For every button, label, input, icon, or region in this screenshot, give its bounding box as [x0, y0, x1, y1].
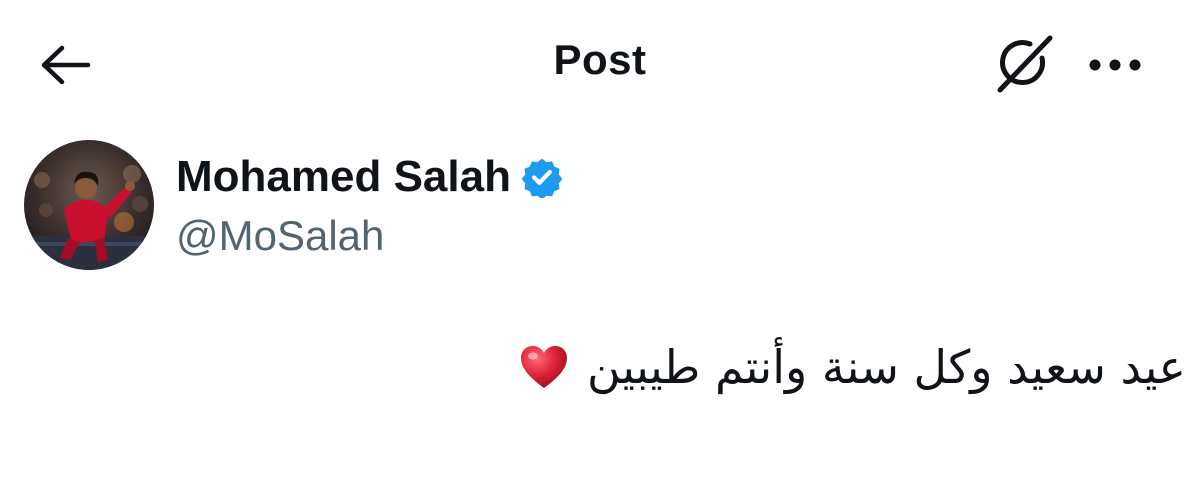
- top-bar: Post: [0, 0, 1200, 128]
- author-name-text: Mohamed Salah: [176, 152, 511, 201]
- grok-button[interactable]: [990, 28, 1060, 98]
- arrow-left-icon: [41, 45, 91, 85]
- red-heart-icon: [521, 346, 568, 388]
- author-handle[interactable]: @MoSalah: [176, 212, 384, 260]
- more-horizontal-icon: [1089, 59, 1141, 71]
- author-name[interactable]: Mohamed Salah: [176, 152, 563, 202]
- post-body: عيد سعيد وكل سنة وأنتم طيبين: [519, 340, 1186, 394]
- grok-icon: [997, 35, 1053, 93]
- avatar[interactable]: [24, 140, 154, 270]
- post-text: عيد سعيد وكل سنة وأنتم طيبين: [587, 340, 1186, 394]
- verified-badge-icon: [521, 158, 563, 198]
- back-button[interactable]: [36, 38, 96, 92]
- more-options-button[interactable]: [1080, 38, 1150, 92]
